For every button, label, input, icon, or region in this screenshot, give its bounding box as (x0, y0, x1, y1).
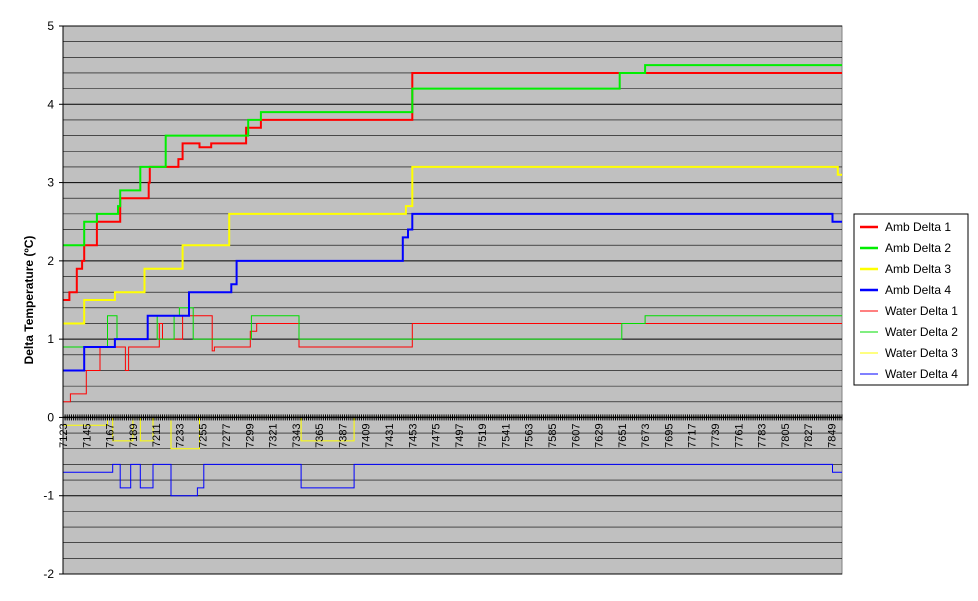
x-tick-label: 7167 (105, 423, 117, 447)
x-tick-label: 7343 (291, 423, 303, 447)
x-tick-label: 7299 (244, 423, 256, 447)
x-tick-label: 7453 (407, 423, 419, 447)
x-tick-label: 7651 (617, 423, 629, 447)
x-tick-label: 7739 (710, 423, 722, 447)
y-tick-label: 0 (47, 410, 54, 424)
x-tick-label: 7365 (314, 423, 326, 447)
delta-temperature-chart: -2 -1 0 1 2 3 4 5 7123 7145 7167 7189 7211 7233 7255 7… (22, 19, 969, 581)
x-tick-label: 7189 (128, 423, 140, 447)
x-tick-label: 7717 (687, 423, 699, 447)
legend-label: Water Delta 1 (885, 304, 958, 318)
plot-area (62, 25, 843, 575)
y-axis-title: Delta Temperature (ºC) (22, 236, 36, 365)
legend-label: Amb Delta 2 (885, 241, 951, 255)
y-tick-label: 3 (47, 176, 54, 190)
y-axis: -2 -1 0 1 2 3 4 5 (43, 19, 64, 581)
x-tick-label: 7761 (733, 423, 745, 447)
legend-label: Amb Delta 4 (885, 283, 951, 297)
x-tick-label: 7255 (198, 423, 210, 447)
x-tick-label: 7695 (663, 423, 675, 447)
x-tick-label: 7805 (780, 423, 792, 447)
x-tick-label: 7387 (337, 423, 349, 447)
x-tick-label: 7541 (500, 423, 512, 447)
x-tick-label: 7475 (431, 423, 443, 447)
x-tick-label: 7629 (594, 423, 606, 447)
x-tick-label: 7585 (547, 423, 559, 447)
legend-label: Amb Delta 1 (885, 220, 951, 234)
y-tick-label: 2 (47, 254, 54, 268)
x-tick-label: 7607 (570, 423, 582, 447)
legend-label: Water Delta 4 (885, 367, 958, 381)
x-tick-label: 7233 (174, 423, 186, 447)
y-tick-label: 4 (47, 97, 54, 111)
x-tick-label: 7497 (454, 423, 466, 447)
x-tick-label: 7827 (803, 423, 815, 447)
x-tick-label: 7563 (524, 423, 536, 447)
x-tick-label: 7431 (384, 423, 396, 447)
y-tick-label: 5 (47, 19, 54, 33)
x-tick-label: 7673 (640, 423, 652, 447)
y-tick-label: -2 (43, 567, 54, 581)
legend-label: Water Delta 2 (885, 325, 958, 339)
y-tick-label: -1 (43, 489, 54, 503)
x-tick-label: 7145 (81, 423, 93, 447)
legend: Amb Delta 1 Amb Delta 2 Amb Delta 3 Amb Del… (853, 213, 969, 386)
x-tick-label: 7409 (361, 423, 373, 447)
x-axis (62, 414, 843, 421)
y-tick-label: 1 (47, 332, 54, 346)
x-tick-label: 7783 (757, 423, 769, 447)
x-tick-label: 7211 (151, 423, 163, 447)
x-tick-label: 7123 (58, 423, 70, 447)
x-tick-label: 7321 (268, 423, 280, 447)
x-tick-label: 7849 (826, 423, 838, 447)
x-tick-label: 7277 (221, 423, 233, 447)
legend-label: Water Delta 3 (885, 346, 958, 360)
x-tick-label: 7519 (477, 423, 489, 447)
legend-label: Amb Delta 3 (885, 262, 951, 276)
